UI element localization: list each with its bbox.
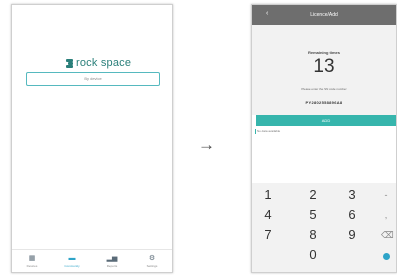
folder-icon: ▬ <box>68 254 76 262</box>
logo-text: rock space <box>76 57 132 69</box>
nav-label: Settings <box>146 263 158 268</box>
key-2[interactable]: 2 <box>303 187 323 202</box>
nav-item-community[interactable]: ▬ Community <box>52 250 92 272</box>
bottom-nav: ▦ Devices ▬ Community ▂▅ Reports ⚙ Setti… <box>12 249 172 272</box>
add-button[interactable]: ADD <box>256 115 396 126</box>
key-9[interactable]: 9 <box>342 227 362 242</box>
grid-icon: ▦ <box>28 254 36 262</box>
list-item: No data available <box>257 129 281 133</box>
key-comma[interactable]: , <box>381 210 391 220</box>
key-1[interactable]: 1 <box>258 187 278 202</box>
instruction-text: Please enter the SN code number <box>301 87 347 91</box>
nav-label: Reports <box>106 263 118 268</box>
nav-item-settings[interactable]: ⚙ Settings <box>132 250 172 272</box>
page-title: Licence/Add <box>310 12 338 18</box>
numeric-keypad: 1 2 3 - 4 5 6 , 7 8 9 ⌫ 0 <box>252 183 396 272</box>
nav-label: Community <box>64 263 80 268</box>
key-6[interactable]: 6 <box>342 207 362 222</box>
list-marker <box>255 129 256 134</box>
status-bar <box>12 5 172 17</box>
remaining-count: 13 <box>313 56 335 77</box>
key-8[interactable]: 8 <box>303 227 323 242</box>
left-phone-screen: rock space By device ▦ Devices ▬ Communi… <box>11 4 173 273</box>
remaining-label: Remaining times <box>307 50 340 55</box>
nav-label: Devices <box>26 263 38 268</box>
backspace-icon[interactable]: ⌫ <box>381 230 394 241</box>
go-key-icon[interactable] <box>383 253 390 260</box>
logo-mark-icon <box>66 58 73 68</box>
nav-item-devices[interactable]: ▦ Devices <box>12 250 52 272</box>
key-7[interactable]: 7 <box>258 227 278 242</box>
key-3[interactable]: 3 <box>342 187 362 202</box>
search-input[interactable]: By device <box>26 72 160 86</box>
transition-arrow-icon: → <box>198 135 215 154</box>
right-phone-screen: ‹ Licence/Add Remaining times 13 Please … <box>251 4 397 273</box>
top-bar: ‹ Licence/Add <box>252 5 396 25</box>
chart-icon: ▂▅ <box>106 254 118 262</box>
nav-item-reports[interactable]: ▂▅ Reports <box>92 250 132 272</box>
serial-input[interactable]: PY2802558896A8 <box>252 100 396 105</box>
key-4[interactable]: 4 <box>258 207 278 222</box>
key-0[interactable]: 0 <box>303 247 323 262</box>
gear-icon: ⚙ <box>148 254 156 262</box>
key-5[interactable]: 5 <box>303 207 323 222</box>
brand-logo: rock space <box>66 57 131 69</box>
key-dash[interactable]: - <box>381 190 391 200</box>
